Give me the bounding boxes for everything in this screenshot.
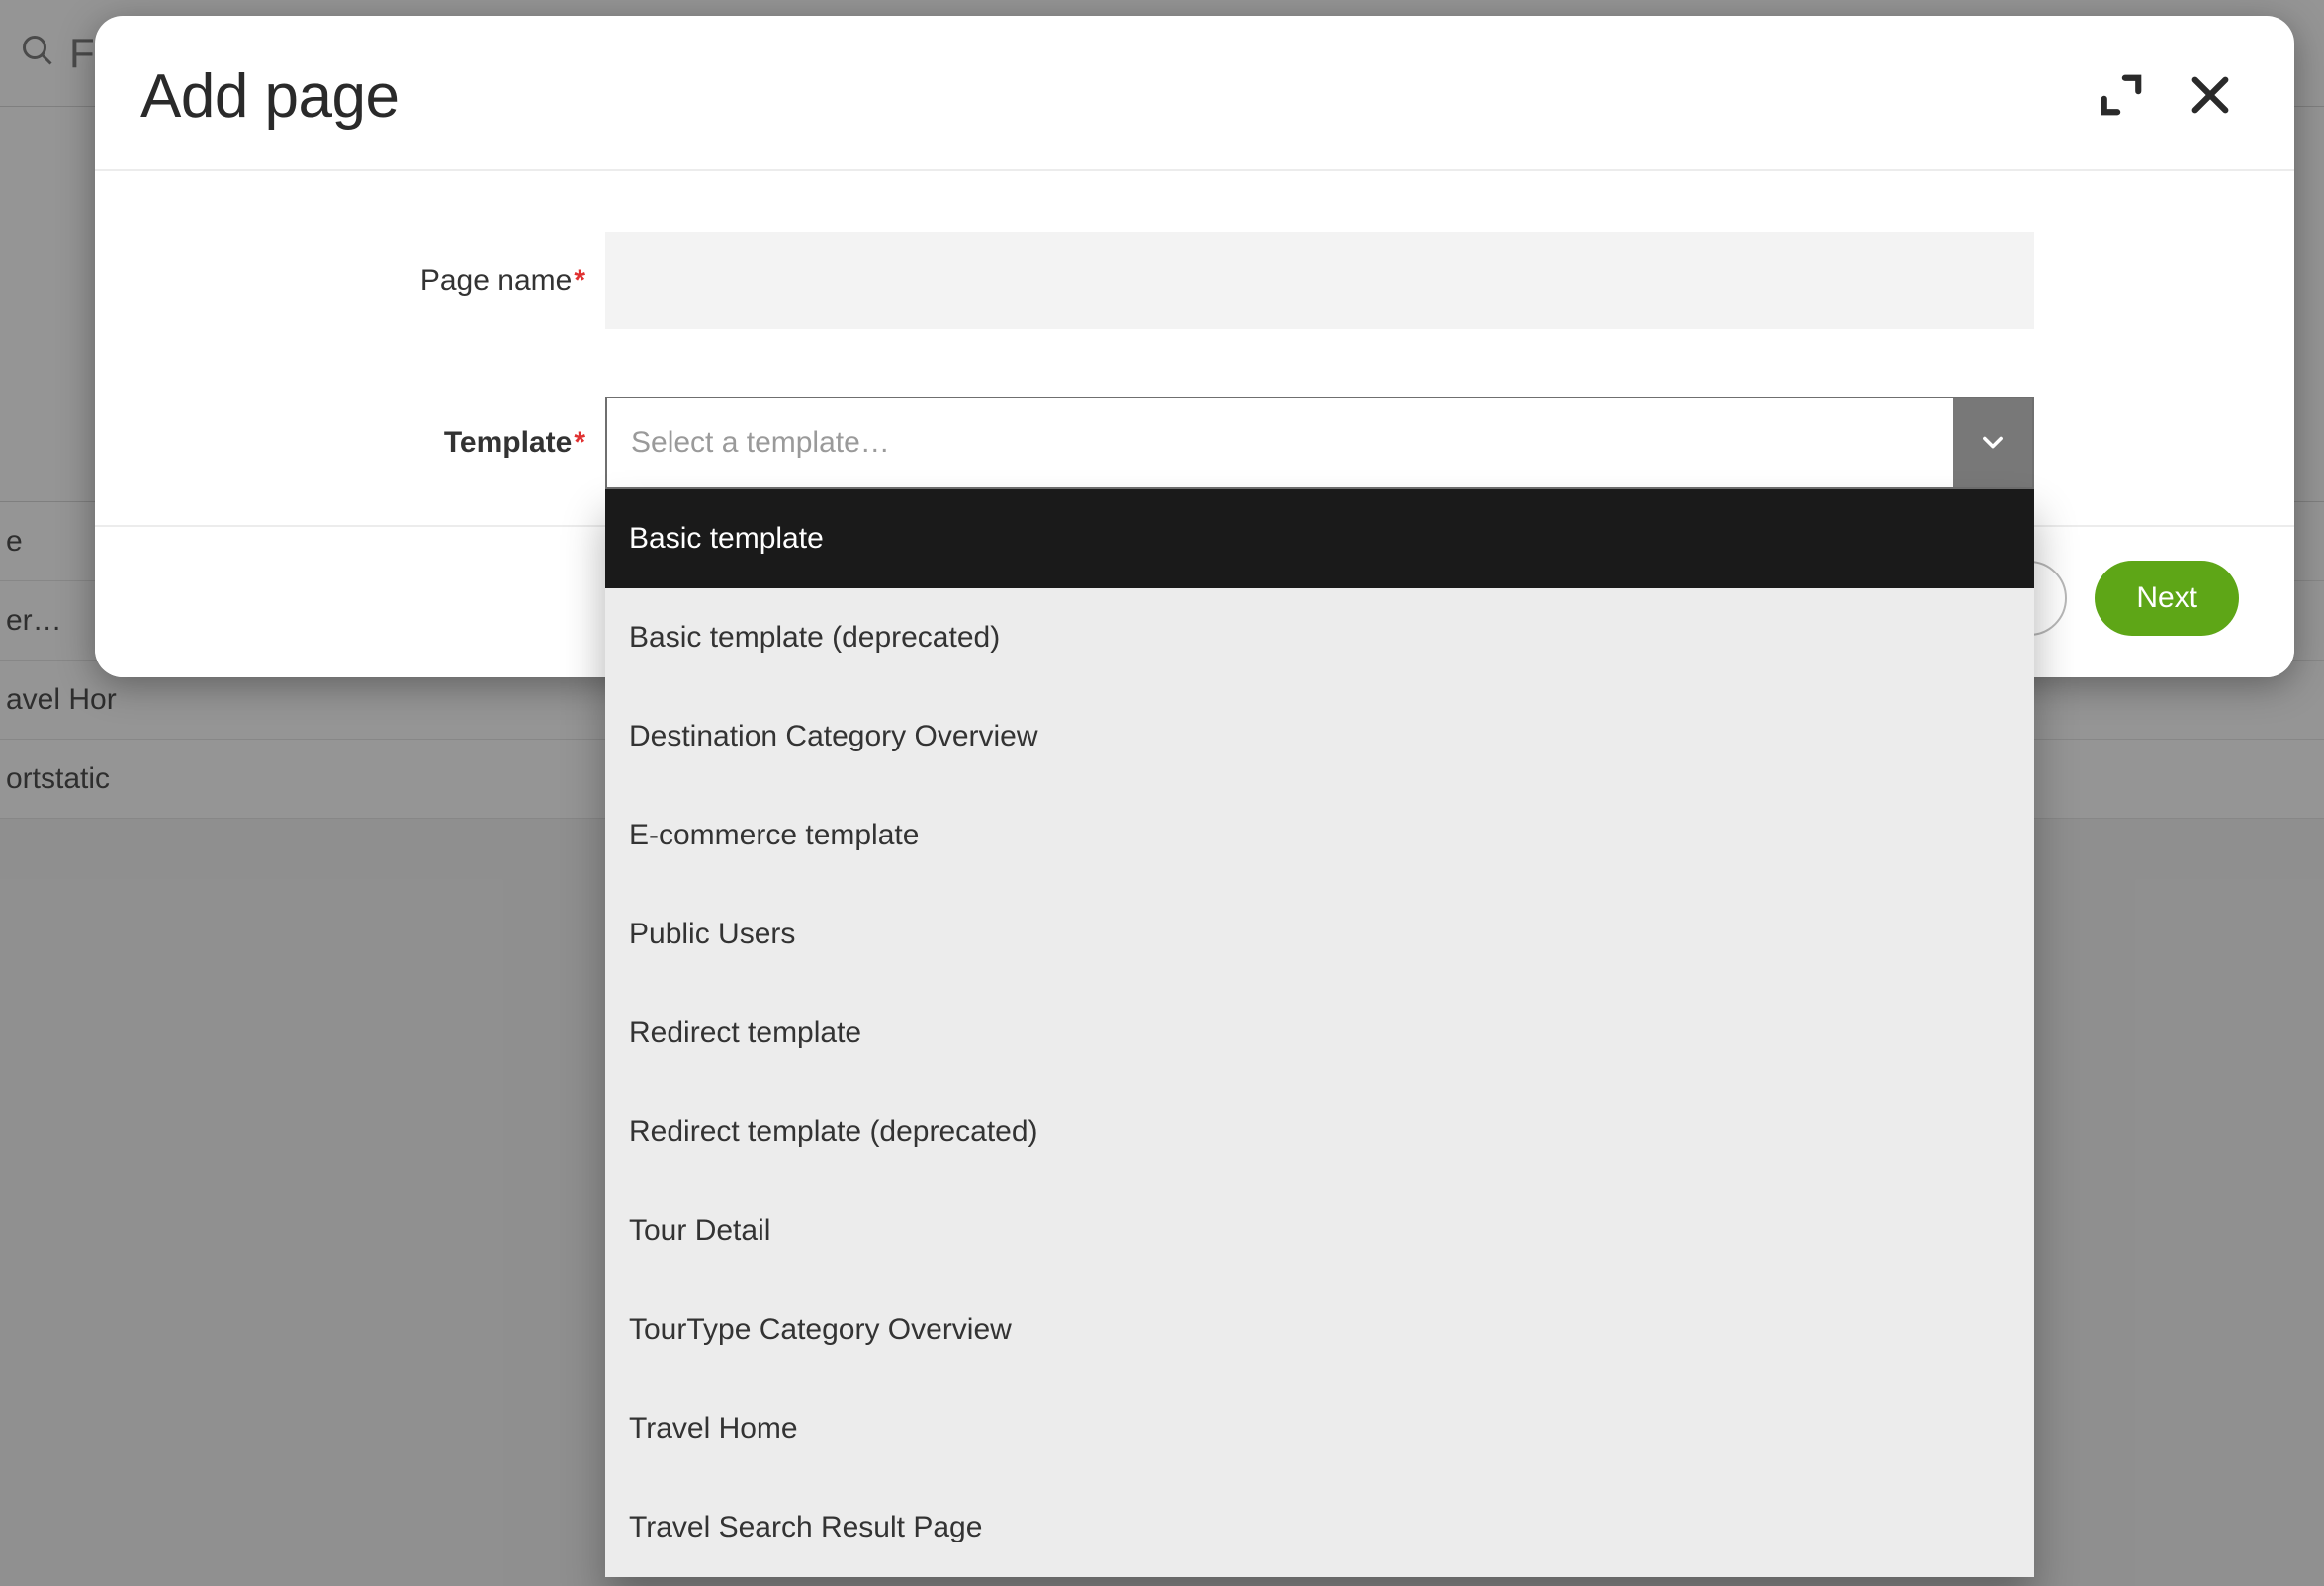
expand-button[interactable] bbox=[2093, 66, 2150, 127]
expand-icon bbox=[2099, 72, 2144, 121]
page-name-row: Page name* bbox=[150, 232, 2239, 329]
template-option[interactable]: Tour Detail bbox=[605, 1182, 2034, 1280]
dialog-header: Add page bbox=[95, 16, 2294, 171]
template-select-toggle[interactable] bbox=[1953, 398, 2032, 487]
template-option[interactable]: Basic template (deprecated) bbox=[605, 588, 2034, 687]
close-icon bbox=[2188, 72, 2233, 121]
template-option[interactable]: Redirect template (deprecated) bbox=[605, 1083, 2034, 1182]
template-option[interactable]: E-commerce template bbox=[605, 786, 2034, 885]
modal-backdrop[interactable]: Add page bbox=[0, 0, 2324, 1586]
template-label: Template* bbox=[150, 426, 605, 460]
next-button[interactable]: Next bbox=[2095, 561, 2239, 636]
page-name-control bbox=[605, 232, 2034, 329]
chevron-down-icon bbox=[1979, 428, 2007, 459]
required-asterisk: * bbox=[574, 426, 585, 459]
template-control: Basic templateBasic template (deprecated… bbox=[605, 396, 2034, 489]
dialog-body: Page name* Template* bbox=[95, 171, 2294, 525]
dialog-title: Add page bbox=[140, 61, 399, 132]
template-select-input[interactable] bbox=[607, 398, 1953, 487]
add-page-dialog: Add page bbox=[95, 16, 2294, 677]
template-row: Template* bbox=[150, 396, 2239, 489]
template-option[interactable]: Destination Category Overview bbox=[605, 687, 2034, 786]
template-option[interactable]: Travel Search Result Page bbox=[605, 1478, 2034, 1577]
template-option[interactable]: Travel Home bbox=[605, 1379, 2034, 1478]
dialog-header-actions bbox=[2093, 66, 2239, 127]
required-asterisk: * bbox=[574, 264, 585, 297]
template-select: Basic templateBasic template (deprecated… bbox=[605, 396, 2034, 489]
template-select-input-row bbox=[605, 396, 2034, 489]
page-name-label-text: Page name bbox=[420, 264, 572, 297]
template-dropdown: Basic templateBasic template (deprecated… bbox=[605, 489, 2034, 1577]
template-option[interactable]: Basic template bbox=[605, 489, 2034, 588]
template-label-text: Template bbox=[444, 426, 572, 459]
template-option[interactable]: TourType Category Overview bbox=[605, 1280, 2034, 1379]
page-name-input[interactable] bbox=[605, 232, 2034, 329]
close-button[interactable] bbox=[2182, 66, 2239, 127]
page-name-label: Page name* bbox=[150, 264, 605, 298]
template-option[interactable]: Redirect template bbox=[605, 984, 2034, 1083]
template-option[interactable]: Public Users bbox=[605, 885, 2034, 984]
